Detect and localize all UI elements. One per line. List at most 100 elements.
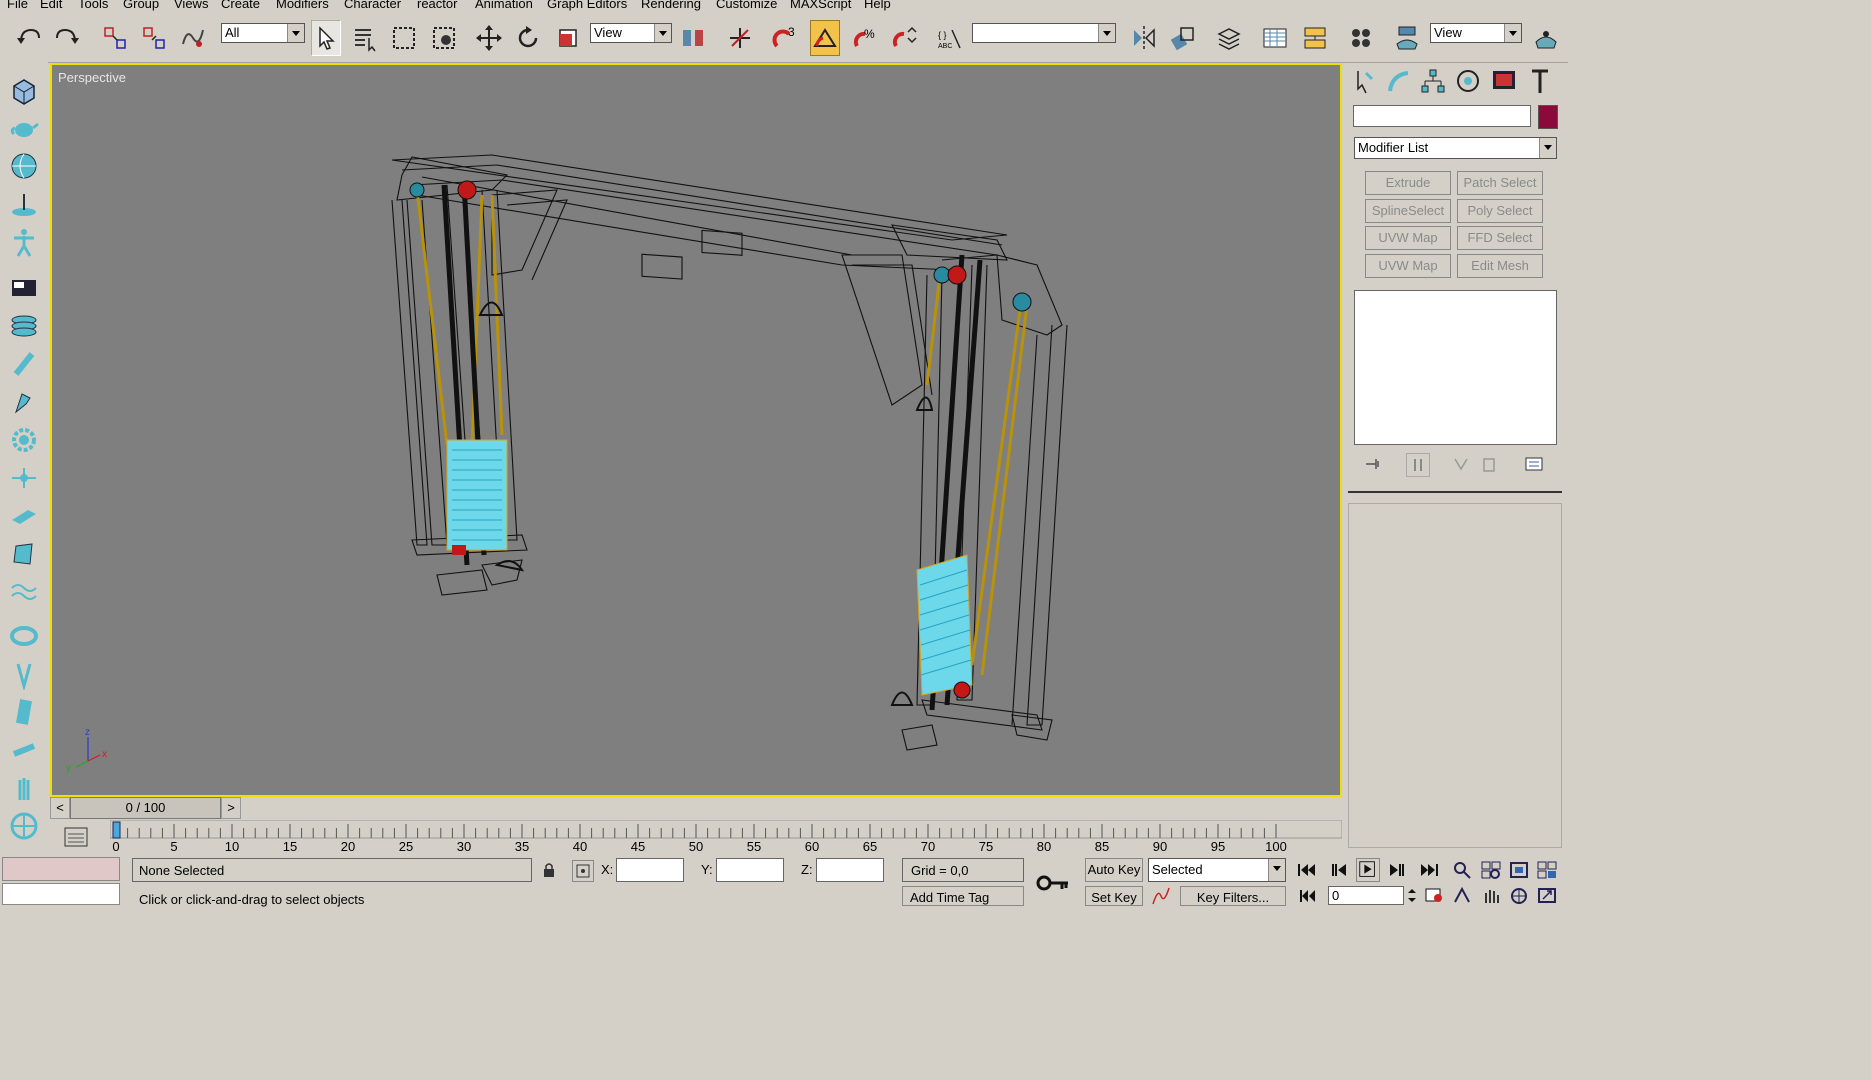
edit-named-selection-icon[interactable]: { } ABC [935,20,965,56]
menu-edit[interactable]: Edit [40,0,62,11]
teapot-icon[interactable] [8,112,40,144]
select-object-icon[interactable] [311,20,341,56]
select-and-manipulate-icon[interactable] [725,20,755,56]
spline-select-button[interactable]: SplineSelect [1365,199,1451,223]
biped-icon[interactable] [8,226,40,258]
hierarchy-tab-icon[interactable] [1419,67,1449,97]
menu-reactor[interactable]: reactor [417,0,457,11]
camera-target-icon[interactable] [8,462,40,494]
extrude-button[interactable]: Extrude [1365,171,1451,195]
redo-icon[interactable] [52,20,82,56]
set-key-icon[interactable] [1036,868,1070,898]
menu-create[interactable]: Create [221,0,260,11]
patch-select-button[interactable]: Patch Select [1457,171,1543,195]
percent-snap-toggle-icon[interactable]: % [850,20,880,56]
go-to-start-icon[interactable] [1296,860,1318,880]
time-configuration-icon[interactable] [1424,886,1444,905]
zoom-extents-icon[interactable] [1508,860,1530,880]
modify-tab-icon[interactable] [1384,67,1414,97]
select-by-name-icon[interactable] [350,20,380,56]
zoom-extents-all-icon[interactable] [1536,860,1558,880]
render-scene-icon[interactable] [1392,20,1422,56]
play-animation-icon[interactable] [1356,858,1380,882]
edit-mesh-button[interactable]: Edit Mesh [1457,254,1543,278]
time-slider-thumb[interactable]: 0 / 100 [70,797,221,819]
named-selection-sets-dropdown[interactable] [972,23,1116,43]
display-tab-icon[interactable] [1490,67,1520,97]
schematic-view-icon[interactable] [1300,20,1330,56]
torus-icon[interactable] [8,620,40,652]
uvw-map-button-2[interactable]: UVW Map [1365,254,1451,278]
z-coordinate-input[interactable] [816,858,884,882]
object-color-swatch[interactable] [1538,105,1558,129]
menu-graph-editors[interactable]: Graph Editors [547,0,627,11]
configure-modifier-sets-icon[interactable] [1524,455,1544,473]
next-frame-icon[interactable] [1386,860,1408,880]
helpers-icon[interactable] [8,500,40,532]
zoom-icon[interactable] [1452,860,1472,880]
snaps-toggle-icon[interactable]: 3 [770,20,800,56]
remove-modifier-icon[interactable] [1480,455,1498,473]
y-coordinate-input[interactable] [716,858,784,882]
key-filters-button[interactable]: Key Filters... [1180,886,1286,906]
previous-frame-icon[interactable] [1328,860,1350,880]
create-box-icon[interactable] [8,74,40,106]
select-and-rotate-icon[interactable] [513,20,543,56]
make-unique-icon[interactable] [1452,455,1470,473]
modifier-list-dropdown[interactable]: Modifier List [1354,137,1557,159]
x-coordinate-input[interactable] [616,858,684,882]
modifier-stack-list[interactable] [1354,290,1557,445]
pipe-icon[interactable] [8,734,40,766]
auto-key-button[interactable]: Auto Key [1085,858,1143,882]
plane-icon[interactable] [8,188,40,220]
menu-modifiers[interactable]: Modifiers [276,0,329,11]
select-and-move-icon[interactable] [474,20,504,56]
track-bar[interactable]: 0 5 10 15 20 25 30 35 40 45 50 55 60 65 70 75 80 85 90 95 10… [109,819,1343,854]
angle-snap-toggle-icon[interactable] [810,20,840,56]
viewport-perspective[interactable]: Perspective z x y [50,63,1342,797]
menu-maxscript[interactable]: MAXScript [790,0,851,11]
zoom-all-icon[interactable] [1480,860,1502,880]
spacewarps-icon[interactable] [8,538,40,570]
create-tab-icon[interactable] [1350,67,1380,97]
wave-icon[interactable] [8,576,40,608]
bones-icon[interactable] [8,658,40,692]
gear-icon[interactable] [8,424,40,456]
lock-selection-icon[interactable] [540,861,558,879]
lights-icon[interactable] [8,386,40,418]
open-mini-curve-editor-icon[interactable] [62,824,90,850]
show-end-result-icon[interactable] [1406,453,1430,477]
quick-render-icon[interactable] [1531,20,1561,56]
object-name-input[interactable] [1353,105,1531,127]
key-mode-dropdown[interactable]: Selected [1148,858,1286,882]
current-frame-input[interactable]: 0 [1328,886,1404,905]
hand-icon[interactable] [8,772,40,804]
utilities-tab-icon[interactable] [1526,67,1556,97]
menu-character[interactable]: Character [344,0,401,11]
material-editor-icon[interactable] [1346,20,1376,56]
spinner-snap-toggle-icon[interactable] [889,20,919,56]
curve-editor-icon[interactable] [1260,20,1290,56]
unlink-selection-icon[interactable] [139,20,169,56]
select-and-link-icon[interactable] [100,20,130,56]
arc-rotate-icon[interactable] [1508,886,1530,905]
motion-tab-icon[interactable] [1454,67,1484,97]
menu-rendering[interactable]: Rendering [641,0,701,11]
ffd-select-button[interactable]: FFD Select [1457,226,1543,250]
menu-tools[interactable]: Tools [78,0,108,11]
set-key-button[interactable]: Set Key [1085,886,1143,906]
select-and-scale-icon[interactable] [553,20,583,56]
undo-icon[interactable] [14,20,44,56]
maxscript-listener-white[interactable] [2,883,120,905]
layer-manager-icon[interactable] [1214,20,1244,56]
pan-hand-icon[interactable] [1480,886,1502,905]
menu-views[interactable]: Views [174,0,208,11]
utilities-icon[interactable] [8,810,40,842]
field-of-view-icon[interactable] [1452,886,1472,905]
align-icon[interactable] [1168,20,1198,56]
frame-spinner-icon[interactable] [1406,886,1418,905]
rectangular-selection-icon[interactable] [389,20,419,56]
menu-help[interactable]: Help [864,0,891,11]
layers-icon[interactable] [8,310,40,342]
current-frame-marker[interactable] [112,821,121,839]
